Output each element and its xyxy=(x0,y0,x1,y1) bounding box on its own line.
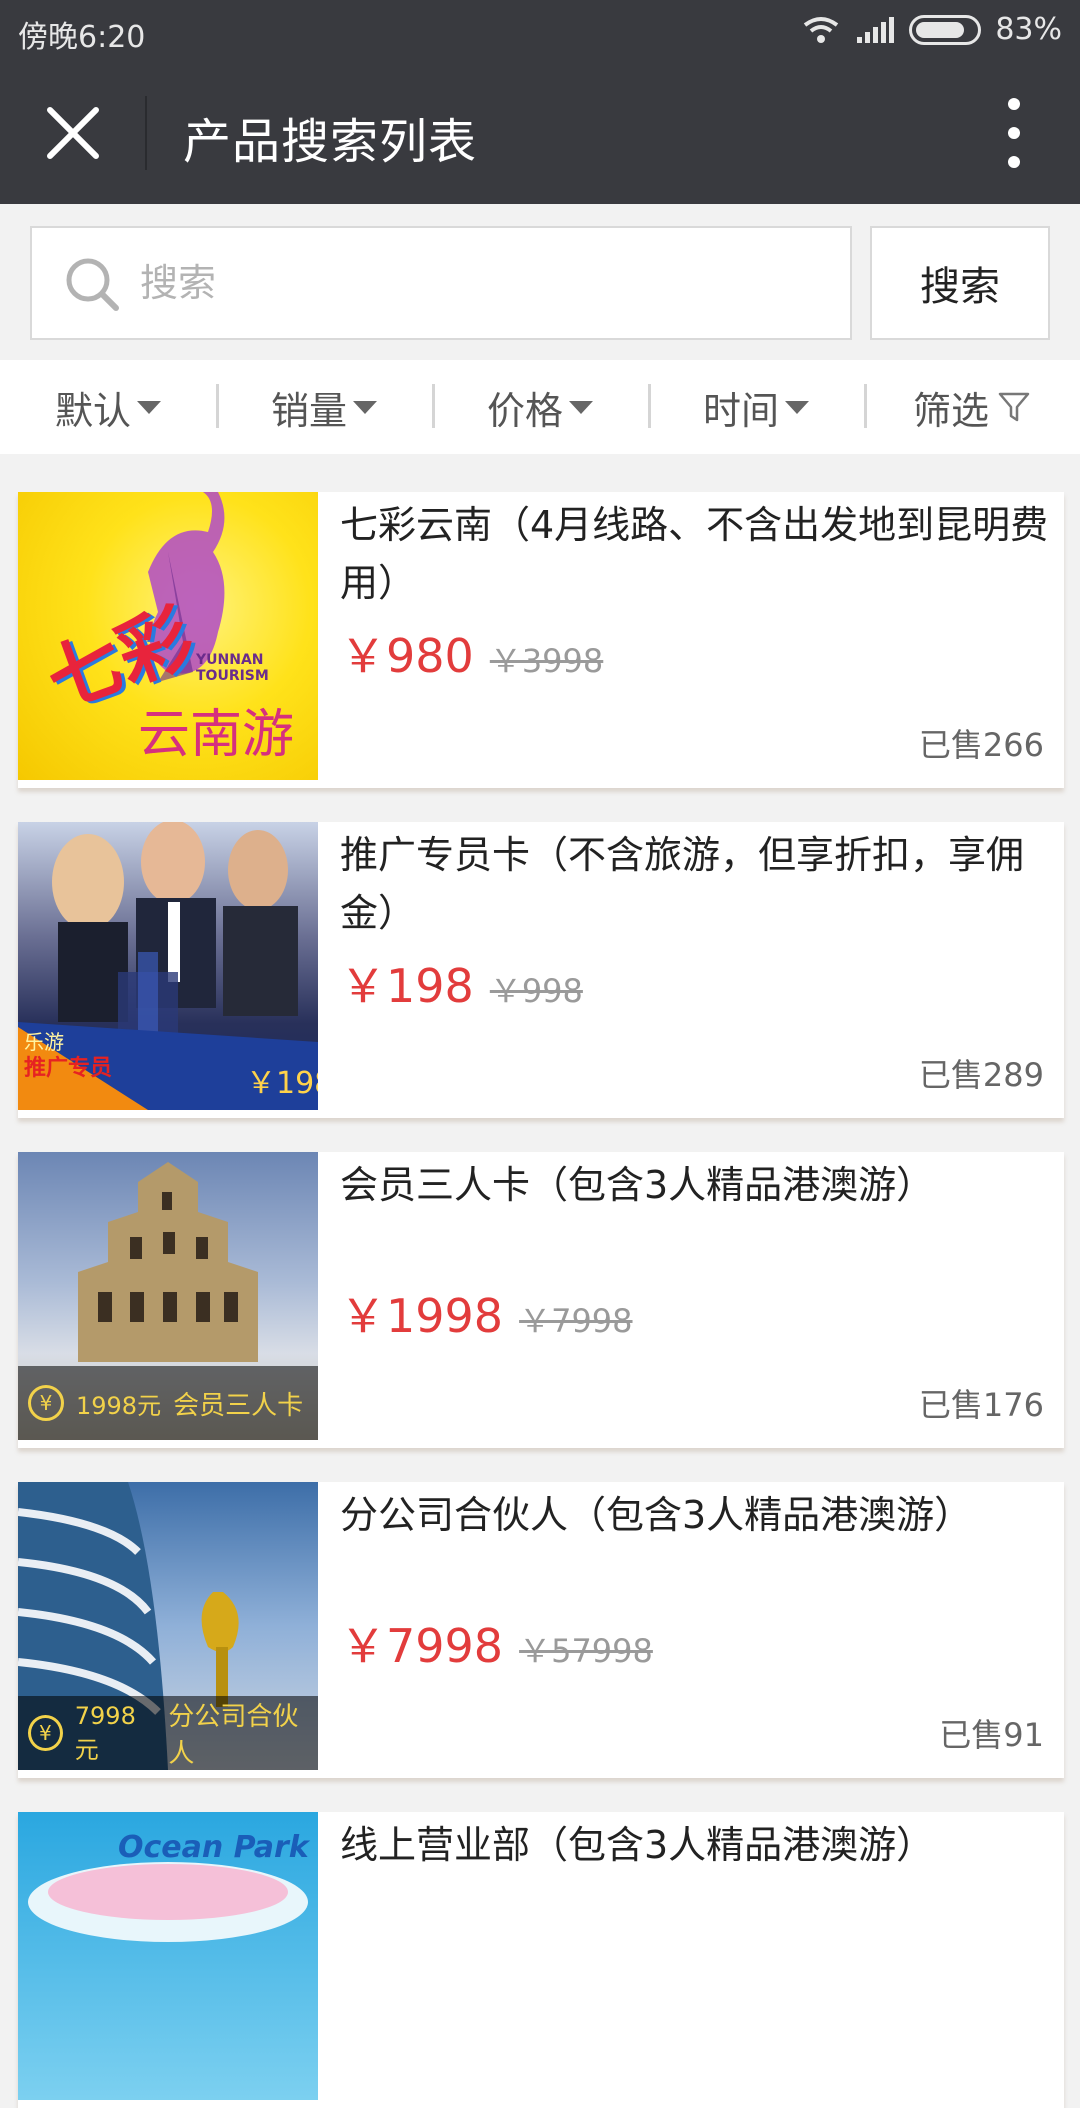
title-divider xyxy=(145,96,147,170)
price-row: ￥7998 ￥57998 xyxy=(340,1610,653,1676)
sort-time[interactable]: 时间 xyxy=(648,360,864,454)
status-time: 傍晚6:20 xyxy=(18,20,146,55)
sort-label: 时间 xyxy=(702,388,779,433)
battery-percent: 83% xyxy=(995,12,1062,47)
original-price: ￥57998 xyxy=(519,1632,653,1670)
close-icon[interactable] xyxy=(42,102,104,164)
product-title: 会员三人卡（包含3人精品港澳游） xyxy=(340,1163,935,1207)
filter-icon xyxy=(998,392,1030,422)
search-input[interactable] xyxy=(138,246,828,320)
sort-label: 价格 xyxy=(486,388,563,433)
image-subtitle-text: 推广专员 xyxy=(24,1056,113,1081)
product-card[interactable]: ¥ 7998元 分公司合伙人 分公司合伙人（包含3人精品港澳游） ￥7998 ￥… xyxy=(18,1482,1064,1778)
signal-icon xyxy=(857,16,895,43)
price-row: ￥198 ￥998 xyxy=(340,950,583,1016)
sort-bar: 默认 销量 价格 时间 筛选 xyxy=(0,360,1080,454)
image-price-text: 7998元 xyxy=(74,1701,136,1764)
status-bar: 傍晚6:20 83% xyxy=(0,0,1080,62)
sort-default[interactable]: 默认 xyxy=(0,360,216,454)
original-price: ￥7998 xyxy=(519,1302,633,1340)
image-subtitle-text: 分公司合伙人 xyxy=(168,1702,299,1769)
product-price: ￥7998 xyxy=(340,1619,504,1673)
image-price-text: 1998元 xyxy=(76,1391,162,1420)
sort-label: 默认 xyxy=(54,388,131,433)
product-card[interactable]: 七彩 云南游 YUNNAN TOURISM 七彩云南（4月线路、不含出发地到昆明… xyxy=(18,492,1064,788)
image-english-text: TOURISM xyxy=(196,668,269,684)
image-english-text: YUNNAN xyxy=(196,652,264,668)
product-title: 线上营业部（包含3人精品港澳游） xyxy=(340,1823,935,1867)
title-bar: 产品搜索列表 xyxy=(0,62,1080,204)
sort-label: 销量 xyxy=(270,388,347,433)
original-price: ￥998 xyxy=(489,972,583,1010)
product-image: 乐游 推广专员 ￥198 xyxy=(18,822,318,1110)
yuan-coin-icon: ¥ xyxy=(28,1385,64,1421)
wifi-icon xyxy=(804,16,839,43)
product-image: Ocean Park xyxy=(18,1812,318,2100)
sold-count: 已售176 xyxy=(918,1386,1044,1424)
triangle-down-icon xyxy=(569,400,593,414)
product-title: 七彩云南（4月线路、不含出发地到昆明费用） xyxy=(340,503,1049,605)
battery-icon xyxy=(909,14,982,45)
more-vertical-icon[interactable] xyxy=(996,98,1032,168)
triangle-down-icon xyxy=(785,400,809,414)
sort-price[interactable]: 价格 xyxy=(432,360,648,454)
sort-filter[interactable]: 筛选 xyxy=(864,360,1080,454)
search-button[interactable]: 搜索 xyxy=(870,226,1050,340)
triangle-down-icon xyxy=(353,400,377,414)
yuan-coin-icon: ¥ xyxy=(28,1715,63,1751)
image-brand-text: Ocean Park xyxy=(118,1830,309,1865)
product-price: ￥980 xyxy=(340,629,474,683)
original-price: ￥3998 xyxy=(489,642,604,680)
image-price-text: ￥198 xyxy=(246,1066,318,1101)
search-icon xyxy=(66,258,119,311)
page-title: 产品搜索列表 xyxy=(183,114,478,170)
image-caption: ¥ 7998元 分公司合伙人 xyxy=(18,1696,318,1770)
product-card[interactable]: ¥ 1998元 会员三人卡 会员三人卡（包含3人精品港澳游） ￥1998 ￥79… xyxy=(18,1152,1064,1448)
status-icons: 83% xyxy=(801,12,1062,47)
search-row: 搜索 xyxy=(0,204,1080,360)
product-image: ¥ 7998元 分公司合伙人 xyxy=(18,1482,318,1770)
product-title: 分公司合伙人（包含3人精品港澳游） xyxy=(340,1493,973,1537)
product-card[interactable]: Ocean Park 线上营业部（包含3人精品港澳游） xyxy=(18,1812,1064,2108)
product-price: ￥1998 xyxy=(340,1289,504,1343)
triangle-down-icon xyxy=(137,400,161,414)
product-card[interactable]: 乐游 推广专员 ￥198 推广专员卡（不含旅游，但享折扣，享佣金） ￥198 ￥… xyxy=(18,822,1064,1118)
price-row: ￥1998 ￥7998 xyxy=(340,1280,633,1346)
sold-count: 已售266 xyxy=(918,726,1044,764)
sold-count: 已售289 xyxy=(918,1056,1044,1094)
sort-label: 筛选 xyxy=(912,388,989,433)
image-caption: ¥ 1998元 会员三人卡 xyxy=(18,1366,318,1440)
image-subtitle-text: 云南游 xyxy=(138,705,295,765)
image-subtitle-text: 会员三人卡 xyxy=(173,1390,304,1421)
search-box[interactable] xyxy=(30,226,852,340)
product-image: ¥ 1998元 会员三人卡 xyxy=(18,1152,318,1440)
sort-sales[interactable]: 销量 xyxy=(216,360,432,454)
product-title: 推广专员卡（不含旅游，但享折扣，享佣金） xyxy=(340,833,1025,935)
product-price: ￥198 xyxy=(340,959,474,1013)
price-row: ￥980 ￥3998 xyxy=(340,620,603,686)
product-image: 七彩 云南游 YUNNAN TOURISM xyxy=(18,492,318,780)
sold-count: 已售91 xyxy=(939,1716,1044,1754)
